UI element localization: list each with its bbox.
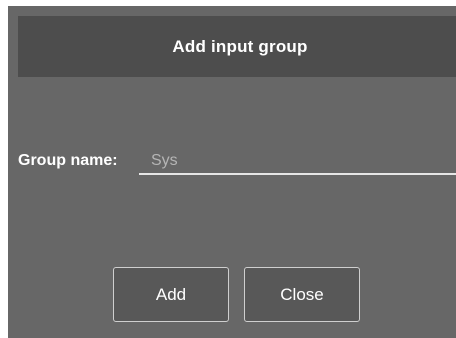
group-name-input[interactable] — [139, 149, 456, 175]
group-name-label: Group name: — [18, 152, 118, 169]
add-button[interactable]: Add — [113, 267, 229, 322]
dialog-title: Add input group — [172, 36, 308, 56]
add-input-group-dialog: Add input group Group name: Add Close — [8, 6, 456, 338]
close-button-label: Close — [280, 284, 324, 304]
dialog-header: Add input group — [18, 16, 456, 77]
add-button-label: Add — [155, 284, 187, 304]
close-button[interactable]: Close — [244, 267, 360, 322]
